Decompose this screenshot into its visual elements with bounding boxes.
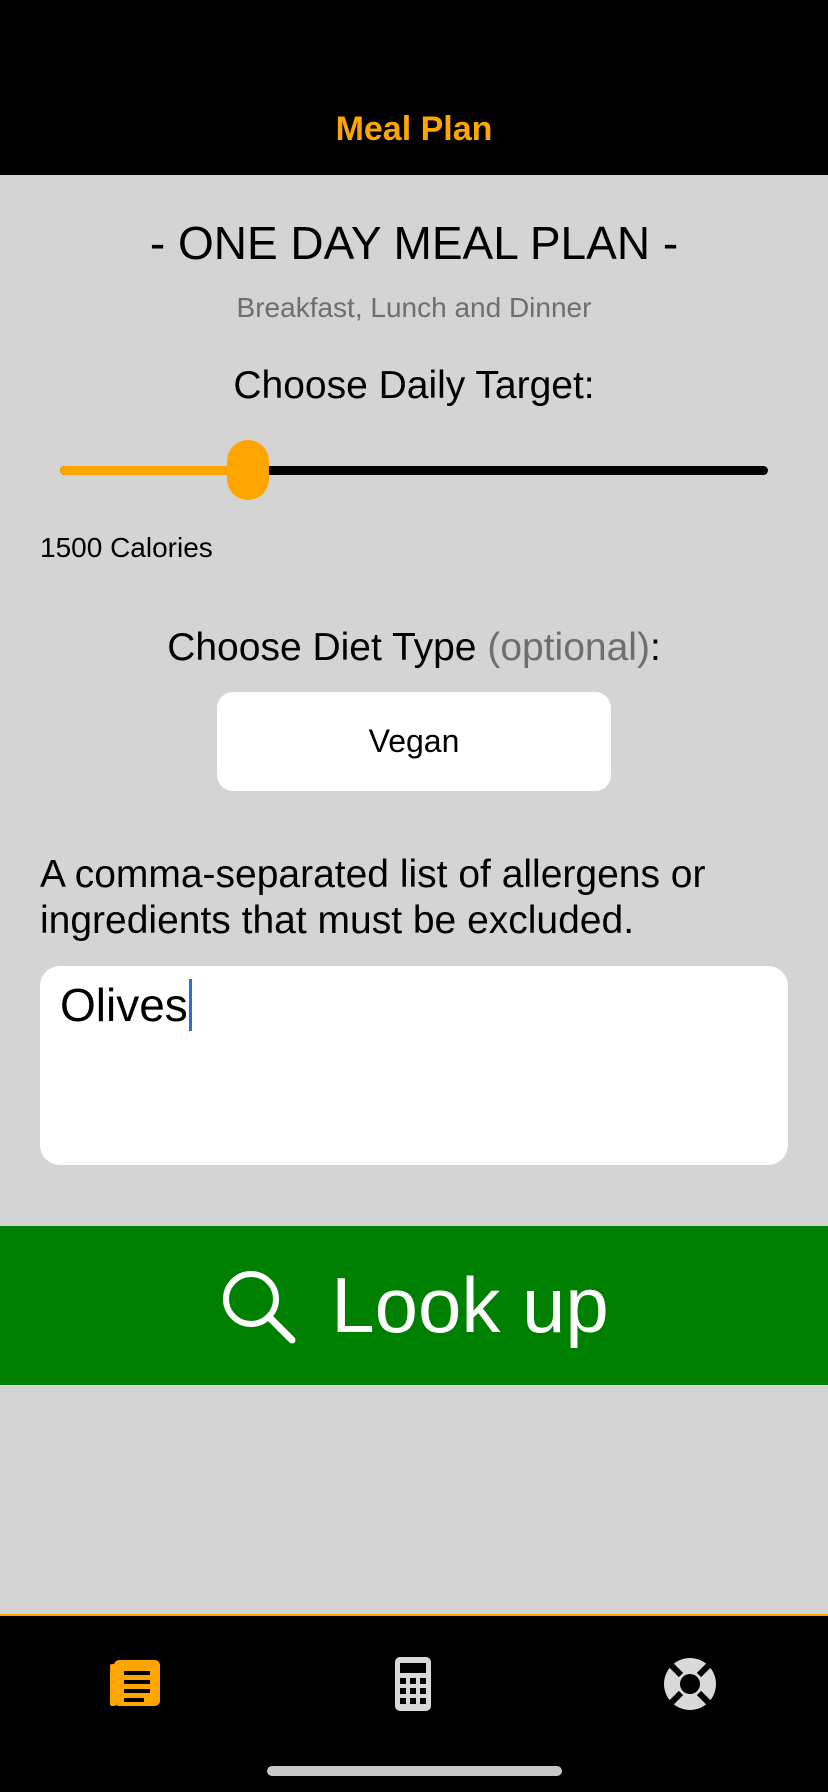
slider-fill — [60, 466, 248, 475]
diet-type-label: Choose Diet Type (optional): — [0, 626, 828, 670]
page-subtitle: Breakfast, Lunch and Dinner — [236, 292, 592, 323]
navigation-bar: Meal Plan — [0, 0, 828, 175]
exclusions-input-value: Olives — [60, 979, 188, 1031]
calculator-icon — [395, 1657, 431, 1711]
home-indicator[interactable] — [267, 1766, 562, 1776]
page-title: - ONE DAY MEAL PLAN - — [149, 217, 679, 269]
tab-meal-plan[interactable] — [108, 1654, 168, 1714]
diet-type-button[interactable]: Vegan — [217, 692, 611, 791]
optional-label: (optional) — [487, 626, 650, 669]
tab-help[interactable] — [660, 1654, 720, 1714]
diet-type-label-text: Choose Diet Type — [167, 626, 477, 669]
nav-title: Meal Plan — [335, 110, 493, 148]
slider-thumb[interactable] — [226, 440, 269, 500]
calories-value: 1500 Calories — [40, 532, 213, 563]
calorie-slider[interactable] — [60, 440, 768, 500]
look-up-label: Look up — [331, 1261, 609, 1349]
daily-target-label: Choose Daily Target: — [233, 364, 595, 407]
lifebuoy-icon — [664, 1658, 716, 1710]
exclusions-label: A comma-separated list of allergens or i… — [40, 853, 706, 942]
search-icon — [223, 1270, 296, 1343]
diet-type-label-colon: : — [649, 626, 661, 669]
list-icon — [110, 1660, 160, 1706]
tab-calculator[interactable] — [383, 1654, 443, 1714]
look-up-button[interactable]: Look up — [0, 1226, 828, 1385]
exclusions-input[interactable]: Olives — [40, 966, 788, 1165]
text-caret — [188, 979, 192, 1031]
